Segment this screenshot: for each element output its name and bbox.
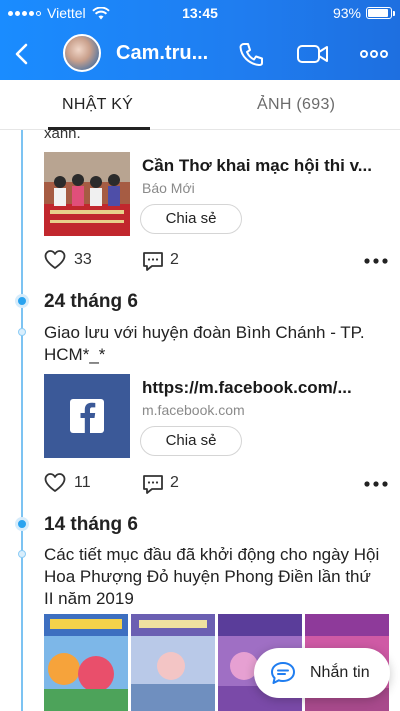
comment-icon[interactable] [141,249,165,273]
post-photo[interactable] [131,614,215,711]
timeline-dot [15,517,29,531]
send-message-button[interactable]: Nhắn tin [254,648,390,698]
battery-icon [366,7,395,19]
post-actions: 33 2 [44,247,389,275]
conversation-title[interactable]: Cam.tru... [116,42,208,65]
comment-icon[interactable] [141,472,165,496]
tab-anh[interactable]: ẢNH (693) [257,96,335,114]
avatar[interactable] [63,34,101,72]
like-count: 11 [74,474,91,491]
partial-post-text: xanh. [44,130,81,138]
link-source: m.facebook.com [142,402,245,418]
back-arrow-icon[interactable] [8,40,36,68]
heart-icon[interactable] [44,472,66,494]
more-options-icon[interactable] [363,474,389,494]
post-date: 14 tháng 6 [44,514,138,535]
phone-icon[interactable] [236,40,266,68]
comment-count: 2 [170,474,179,491]
heart-icon[interactable] [44,249,66,271]
share-button[interactable]: Chia sẻ [140,204,242,234]
link-title[interactable]: Cần Thơ khai mạc hội thi v... [142,156,372,176]
video-call-icon[interactable] [296,40,330,68]
comment-count: 2 [170,251,179,268]
more-icon[interactable] [358,40,390,68]
link-preview-card[interactable]: Cần Thơ khai mạc hội thi v... Báo Mới Ch… [44,152,384,236]
post-text: Các tiết mục đầu đã khởi động cho ngày H… [44,545,380,608]
more-options-icon[interactable] [363,251,389,271]
link-thumbnail [44,152,130,236]
timeline-dot [15,294,29,308]
share-button[interactable]: Chia sẻ [140,426,242,456]
link-source: Báo Mới [142,180,195,196]
status-bar: Viettel 13:45 93% [0,0,400,26]
post-actions: 11 2 [44,470,389,498]
post-date: 24 tháng 6 [44,291,138,312]
tab-nhat-ky[interactable]: NHẬT KÝ [62,96,133,114]
link-preview-card[interactable]: https://m.facebook.com/... m.facebook.co… [44,374,384,458]
post-photo[interactable] [44,614,128,711]
like-count: 33 [74,251,92,268]
battery-percent: 93% [332,5,361,21]
timeline-line [21,130,23,711]
timeline-marker [18,328,26,336]
tab-bar: NHẬT KÝ ẢNH (693) [0,80,400,130]
send-message-label: Nhắn tin [310,664,370,681]
post-text: Giao lưu với huyện đoàn Bình Chánh - TP.… [44,323,365,364]
timeline-marker [18,550,26,558]
chat-bubble-icon [271,662,295,684]
facebook-logo-icon [44,374,130,458]
header-bar: Viettel 13:45 93% Cam.tru... [0,0,400,80]
link-title[interactable]: https://m.facebook.com/... [142,378,352,398]
